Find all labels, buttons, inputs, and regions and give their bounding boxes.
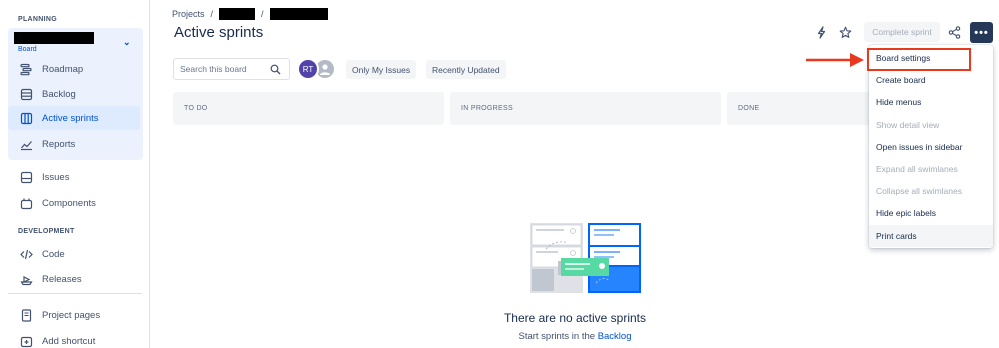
sidebar-item-label: Roadmap [42,63,84,75]
sidebar-item-label: Active sprints [42,112,99,124]
sidebar-item-label: Backlog [42,88,76,100]
share-icon [948,25,960,39]
project-name-redacted [14,32,94,44]
lightning-icon [817,25,825,39]
search-input[interactable]: Search this board [173,58,290,80]
column-header-todo: TO DO [173,92,444,125]
sidebar-item-label: Components [42,197,96,209]
recently-updated-button[interactable]: Recently Updated [426,60,506,79]
sidebar-item-project-pages[interactable]: Project pages [8,303,140,327]
menu-item-open-issues-in-sidebar[interactable]: Open issues in sidebar [869,136,993,158]
annotation-highlight-box [867,48,971,71]
empty-state-title: There are no active sprints [503,311,647,325]
menu-item-hide-epic-labels[interactable]: Hide epic labels [869,202,993,224]
breadcrumb: Projects / / [172,8,328,20]
sidebar-item-code[interactable]: Code [8,242,140,266]
search-placeholder: Search this board [180,64,247,74]
backlog-link[interactable]: Backlog [598,331,632,342]
user-icon [320,64,330,75]
more-actions-button[interactable]: ••• [970,22,993,43]
menu-item-create-board[interactable]: Create board [869,69,993,91]
sidebar-divider [8,293,142,294]
development-section-label: DEVELOPMENT [18,228,75,235]
sidebar-item-label: Reports [42,138,76,150]
sidebar-item-add-shortcut[interactable]: Add shortcut [8,329,140,348]
sidebar-item-releases[interactable]: Releases [8,267,140,291]
breadcrumb-separator: / [261,9,264,19]
shortcut-icon [18,333,34,348]
sidebar-item-label: Add shortcut [42,335,96,347]
reports-icon [18,136,34,152]
breadcrumb-redacted-board[interactable] [269,8,328,20]
more-actions-menu: Board settings Create board Hide menus S… [869,45,993,248]
sidebar-item-backlog[interactable]: Backlog [8,82,140,106]
board-icon [18,110,34,126]
menu-item-show-detail-view: Show detail view [876,120,940,130]
sidebar-item-label: Issues [42,171,70,183]
project-type-label: Board [18,46,37,53]
backlog-icon [18,86,34,102]
sidebar-item-issues[interactable]: Issues [8,165,140,189]
star-button[interactable] [835,22,855,42]
empty-state-subtitle-text: Start sprints in the [518,331,596,342]
star-icon [839,26,851,38]
components-icon [18,195,34,211]
menu-item-hide-menus[interactable]: Hide menus [869,91,993,113]
sidebar-item-label: Project pages [42,309,101,321]
roadmap-icon [18,61,34,77]
page-title: Active sprints [174,24,264,41]
chevron-down-icon[interactable]: ⌄ [123,37,131,48]
sidebar-item-label: Code [42,248,65,260]
share-button[interactable] [944,22,964,42]
planning-section-label: PLANNING [18,16,57,23]
issues-icon [18,169,34,185]
empty-board-illustration [530,223,641,293]
automation-button[interactable] [811,22,831,42]
sidebar: PLANNING Board ⌄ Roadmap Backlog Active … [0,0,150,348]
sidebar-item-reports[interactable]: Reports [8,132,140,156]
breadcrumb-separator: / [210,9,214,19]
annotation-arrow-icon [806,53,864,67]
menu-item-print-cards[interactable]: Print cards [869,225,993,247]
avatar[interactable]: RT [297,58,319,80]
code-icon [18,246,34,262]
sidebar-item-roadmap[interactable]: Roadmap [8,57,140,81]
releases-icon [18,271,34,287]
sidebar-item-active-sprints[interactable]: Active sprints [8,106,140,130]
complete-sprint-button[interactable]: Complete sprint [864,22,940,42]
search-icon [270,64,281,75]
only-my-issues-button[interactable]: Only My Issues [346,60,417,79]
breadcrumb-redacted-project[interactable] [219,8,256,20]
menu-item-expand-all-swimlanes: Expand all swimlanes [876,164,958,174]
menu-item-collapse-all-swimlanes: Collapse all swimlanes [876,186,962,196]
empty-state-subtitle: Start sprints in the Backlog [445,331,705,342]
breadcrumb-projects-link[interactable]: Projects [172,9,205,19]
sidebar-item-label: Releases [42,273,82,285]
pages-icon [18,307,34,323]
column-header-in-progress: IN PROGRESS [450,92,721,125]
sidebar-item-components[interactable]: Components [8,191,140,215]
